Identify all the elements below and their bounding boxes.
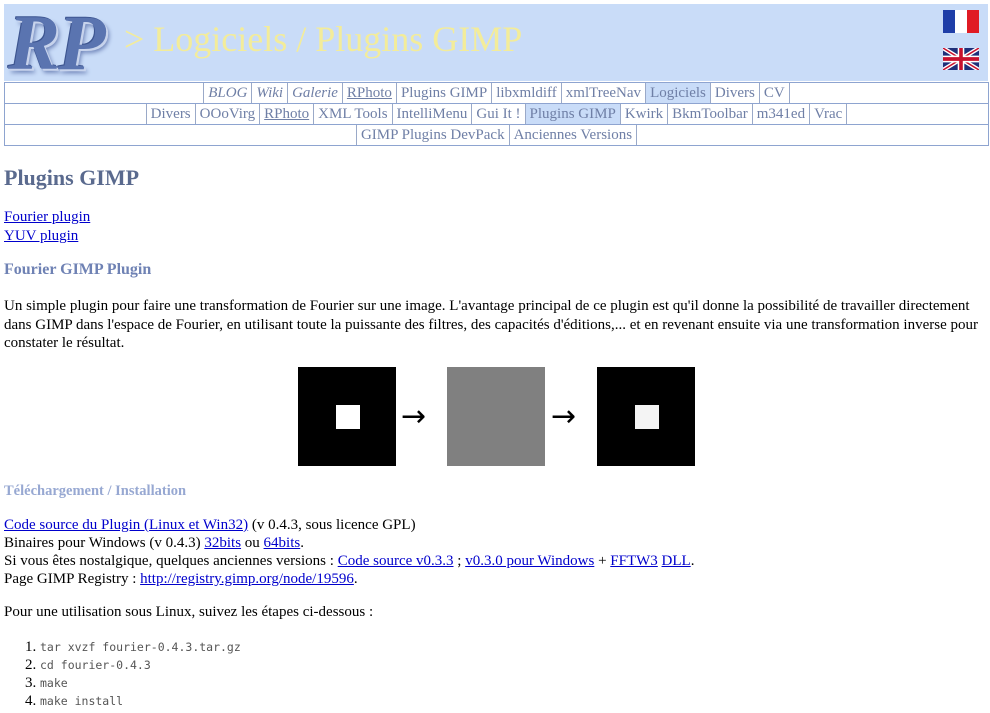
fourier-description: Un simple plugin pour faire une transfor… xyxy=(4,298,978,351)
step-command: make xyxy=(40,676,68,690)
registry-text: Page GIMP Registry : xyxy=(4,571,141,587)
flag-uk-icon[interactable] xyxy=(943,48,979,70)
subnav-item-ooovirg[interactable]: OOoVirg xyxy=(194,104,260,124)
subnav-item-plugins-gimp[interactable]: Plugins GIMP xyxy=(524,104,620,124)
section-title-download: Téléchargement / Installation xyxy=(4,483,187,499)
period-text: . xyxy=(690,553,695,569)
subnav-item-gui-it[interactable]: Gui It ! xyxy=(471,104,524,124)
list-item: cd fourier-0.4.3 xyxy=(40,656,241,674)
list-item: make install xyxy=(40,692,241,710)
source-image xyxy=(298,367,396,466)
source-square xyxy=(336,405,360,429)
page-title: Plugins GIMP xyxy=(4,165,140,190)
nav-item-logiciels[interactable]: Logiciels xyxy=(645,83,710,103)
old-versions-text: Si vous êtes nostalgique, quelques ancie… xyxy=(4,553,338,569)
linux-instructions-intro: Pour une utilisation sous Linux, suivez … xyxy=(4,604,374,620)
header-banner: RP > Logiciels / Plugins GIMP xyxy=(4,0,988,86)
nav-row-2: Divers OOoVirg RPhoto XML Tools IntelliMenu G… xyxy=(5,104,988,125)
nav-row-1: BLOG Wiki Galerie RPhoto Plugins GIMP libxmld… xyxy=(5,83,988,104)
source-version-text: (v 0.4.3, sous licence GPL) xyxy=(248,517,416,533)
flag-fr-icon[interactable] xyxy=(943,10,979,33)
fourier-transform-illustration: → → xyxy=(298,367,695,466)
subnav-item-rphoto[interactable]: RPhoto xyxy=(259,104,313,124)
binary-64bit-link[interactable]: 64bits xyxy=(264,535,301,551)
nav-item-galerie[interactable]: Galerie xyxy=(287,83,342,103)
subnav-item-devpack[interactable]: GIMP Plugins DevPack xyxy=(355,125,509,145)
nav-item-divers[interactable]: Divers xyxy=(709,83,759,103)
source-code-link[interactable]: Code source du Plugin (Linux et Win32) xyxy=(4,517,248,533)
list-item: make xyxy=(40,674,241,692)
registry-link[interactable]: http://registry.gimp.org/node/19596 xyxy=(140,571,354,587)
fftw3-link[interactable]: FFTW3 xyxy=(610,553,658,569)
step-command: make install xyxy=(40,694,124,708)
nav-item-cv[interactable]: CV xyxy=(758,83,790,103)
nav-item-xmltreenav[interactable]: xmlTreeNav xyxy=(560,83,645,103)
result-image xyxy=(597,367,695,466)
toc-link-yuv[interactable]: YUV plugin xyxy=(4,228,78,244)
subnav-item-m341ed[interactable]: m341ed xyxy=(751,104,809,124)
period-text: . xyxy=(353,571,358,587)
period-text: . xyxy=(300,535,304,551)
plus-text: + xyxy=(594,553,611,569)
step-command: cd fourier-0.4.3 xyxy=(40,658,151,672)
subnav-item-xml-tools[interactable]: XML Tools xyxy=(313,104,391,124)
binary-32bit-link[interactable]: 32bits xyxy=(204,535,241,551)
main-navigation: BLOG Wiki Galerie RPhoto Plugins GIMP libxmld… xyxy=(4,82,989,146)
subnav-item-bkmtoolbar[interactable]: BkmToolbar xyxy=(667,104,752,124)
subnav-item-kwirk[interactable]: Kwirk xyxy=(619,104,667,124)
site-logo[interactable]: RP xyxy=(8,0,106,88)
subnav-item-anciennes-versions[interactable]: Anciennes Versions xyxy=(508,125,638,145)
arrow-icon: → xyxy=(551,399,577,434)
nav-item-wiki[interactable]: Wiki xyxy=(251,83,287,103)
old-source-link[interactable]: Code source v0.3.3 xyxy=(338,553,454,569)
result-square xyxy=(635,405,659,429)
list-item: tar xvzf fourier-0.4.3.tar.gz xyxy=(40,638,241,656)
table-of-contents: Fourier plugin YUV plugin xyxy=(4,208,90,246)
nav-item-plugins-gimp[interactable]: Plugins GIMP xyxy=(395,83,491,103)
arrow-icon: → xyxy=(401,399,427,434)
subnav-item-intellimenu[interactable]: IntelliMenu xyxy=(391,104,472,124)
separator-text: ; xyxy=(453,553,466,569)
or-text: ou xyxy=(241,535,264,551)
nav-item-rphoto[interactable]: RPhoto xyxy=(341,83,396,103)
nav-item-libxmldiff[interactable]: libxmldiff xyxy=(491,83,561,103)
download-links: Code source du Plugin (Linux et Win32) (… xyxy=(4,516,694,588)
binaries-text: Binaires pour Windows (v 0.4.3) xyxy=(4,535,205,551)
toc-link-fourier[interactable]: Fourier plugin xyxy=(4,209,90,225)
page-breadcrumb-title: > Logiciels / Plugins GIMP xyxy=(124,19,523,59)
install-steps: tar xvzf fourier-0.4.3.tar.gz cd fourier… xyxy=(16,638,241,710)
subnav-item-divers[interactable]: Divers xyxy=(145,104,195,124)
old-windows-link[interactable]: v0.3.0 pour Windows xyxy=(465,553,594,569)
dll-link[interactable]: DLL xyxy=(662,553,691,569)
nav-row-3: GIMP Plugins DevPack Anciennes Versions xyxy=(5,125,988,145)
section-title-fourier: Fourier GIMP Plugin xyxy=(4,261,152,278)
fourier-image xyxy=(447,367,545,466)
nav-item-blog[interactable]: BLOG xyxy=(203,83,251,103)
subnav-item-vrac[interactable]: Vrac xyxy=(809,104,848,124)
step-command: tar xvzf fourier-0.4.3.tar.gz xyxy=(40,640,241,654)
